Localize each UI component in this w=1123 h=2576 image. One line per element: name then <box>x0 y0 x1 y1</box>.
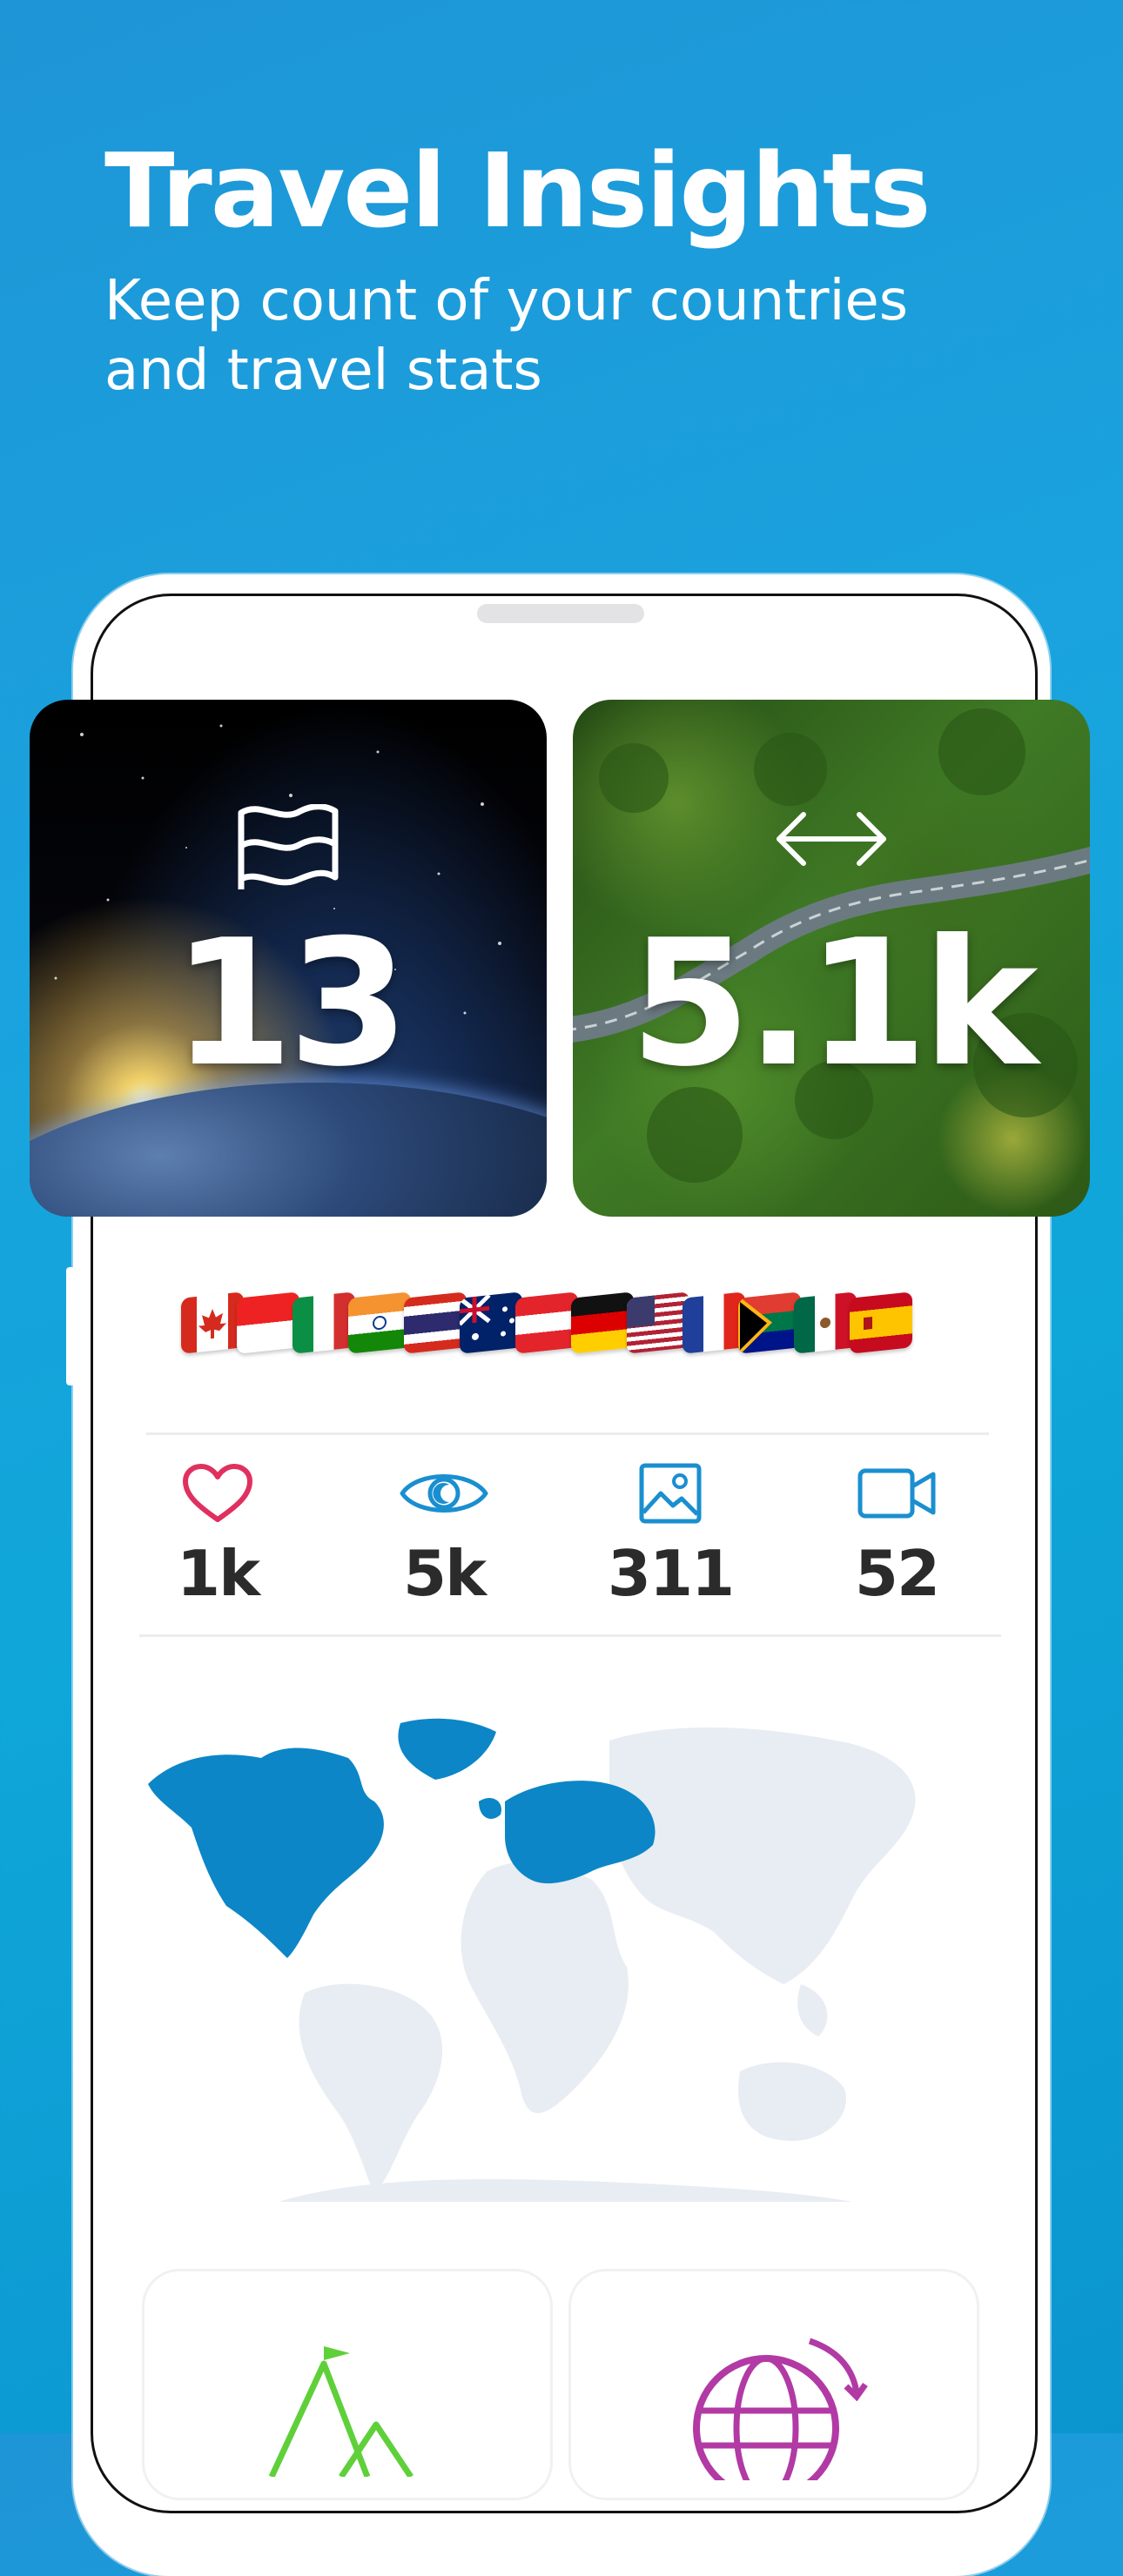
photos-stat[interactable]: 311 <box>592 1462 749 1610</box>
likes-count: 1k <box>177 1537 260 1610</box>
mountain-flag-icon <box>268 2346 414 2477</box>
world-map[interactable] <box>139 1706 940 2202</box>
double-arrow-icon <box>573 804 1090 874</box>
visited-flags <box>181 1291 912 1354</box>
flag-south-africa <box>738 1291 801 1354</box>
divider-top <box>146 1432 989 1435</box>
views-stat[interactable]: 5k <box>366 1462 522 1610</box>
flag-australia <box>460 1291 522 1354</box>
video-icon <box>857 1468 936 1519</box>
flag-thailand <box>404 1291 467 1354</box>
flag-italy <box>293 1291 355 1354</box>
achievements-card[interactable] <box>145 2271 550 2498</box>
phone-notch <box>477 604 644 623</box>
likes-stat[interactable]: 1k <box>139 1462 296 1610</box>
image-icon <box>639 1463 702 1524</box>
page-title: Travel Insights <box>104 131 931 251</box>
flag-indonesia <box>237 1291 299 1354</box>
phone-side-button <box>66 1267 75 1385</box>
distance-value: 5.1k <box>629 902 1038 1105</box>
globe-refresh-icon <box>693 2338 868 2480</box>
eye-icon <box>400 1474 488 1513</box>
headline: Travel Insights Keep count of your count… <box>104 131 931 406</box>
photos-count: 311 <box>607 1537 735 1610</box>
countries-count: 13 <box>171 902 409 1105</box>
videos-stat[interactable]: 52 <box>818 1462 975 1610</box>
flag-spain <box>850 1291 912 1354</box>
flag-austria <box>515 1291 578 1354</box>
flag-mexico <box>794 1291 857 1354</box>
heart-icon <box>183 1464 252 1522</box>
countries-progress-card[interactable] <box>571 2271 977 2498</box>
flag-canada <box>181 1291 244 1354</box>
flag-united-states <box>627 1291 689 1354</box>
distance-card[interactable]: 5.1k <box>573 700 1090 1217</box>
stats-row: 1k 5k 311 52 <box>139 1462 975 1610</box>
flag-icon <box>30 804 547 895</box>
videos-count: 52 <box>854 1537 940 1610</box>
countries-card[interactable]: 13 <box>30 700 547 1217</box>
flag-france <box>683 1291 745 1354</box>
page-subtitle: Keep count of your countries and travel … <box>104 269 909 403</box>
flag-germany <box>571 1291 634 1354</box>
views-count: 5k <box>403 1537 487 1610</box>
divider-bottom <box>139 1634 1001 1637</box>
flag-india <box>348 1291 411 1354</box>
